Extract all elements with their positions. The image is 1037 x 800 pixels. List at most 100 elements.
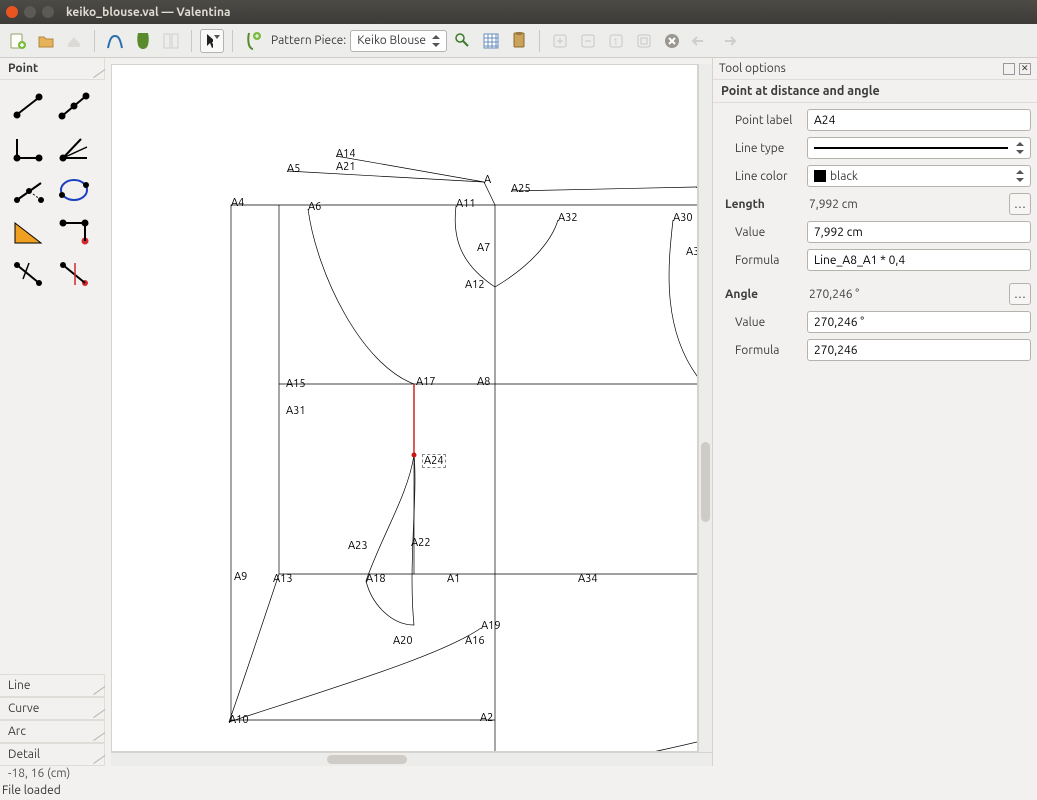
tool-endline[interactable]	[8, 88, 48, 124]
point-label-A7[interactable]: A7	[477, 242, 490, 254]
tab-point-label: Point	[8, 62, 38, 75]
tool-shoulder[interactable]	[8, 172, 48, 208]
tool-options-panel: Tool options ✕ Point at distance and ang…	[712, 58, 1037, 766]
open-file-button[interactable]	[34, 29, 58, 53]
angle-formula-expand-button[interactable]: …	[1009, 283, 1031, 305]
point-label-label: Point label	[719, 114, 801, 127]
length-formula-label: Formula	[719, 254, 801, 267]
tool-title: Point at distance and angle	[713, 80, 1037, 103]
zoom-in-button[interactable]	[548, 29, 572, 53]
point-label-A24[interactable]: A24	[422, 454, 446, 468]
tab-curve-label: Curve	[8, 702, 39, 715]
point-label-A14[interactable]: A14	[336, 148, 356, 160]
point-label-A21[interactable]: A21	[336, 161, 356, 173]
undo-button[interactable]	[688, 29, 712, 53]
new-pattern-piece-button[interactable]	[241, 29, 265, 53]
window-minimize-button[interactable]	[24, 6, 36, 18]
point-label-A9[interactable]: A9	[234, 571, 247, 583]
point-label-A8[interactable]: A8	[477, 376, 490, 388]
length-static: 7,992 cm	[807, 198, 1003, 211]
point-label-input[interactable]	[807, 109, 1031, 131]
pattern-piece-select[interactable]: Keiko Blouse	[350, 30, 447, 52]
tool-height[interactable]	[8, 256, 48, 292]
panel-float-icon[interactable]	[1003, 63, 1015, 75]
line-color-value: black	[830, 170, 858, 183]
point-label-A20[interactable]: A20	[393, 635, 413, 647]
angle-formula-label: Formula	[719, 344, 801, 357]
window-title: keiko_blouse.val — Valentina	[66, 6, 230, 19]
vertical-scrollbar[interactable]	[698, 64, 712, 752]
point-label-A5[interactable]: A5	[287, 163, 300, 175]
point-label-A13[interactable]: A13	[273, 573, 293, 585]
toolbar-separator	[191, 30, 192, 52]
point-label-A16[interactable]: A16	[465, 635, 485, 647]
point-label-A[interactable]: A	[484, 174, 491, 186]
table-button[interactable]	[479, 29, 503, 53]
stop-button[interactable]	[660, 29, 684, 53]
length-formula-input[interactable]	[807, 249, 1031, 271]
pattern-piece-label: Pattern Piece:	[271, 34, 346, 47]
tool-triangle[interactable]	[8, 214, 48, 250]
angle-heading: Angle	[719, 288, 801, 301]
length-formula-expand-button[interactable]: …	[1009, 193, 1031, 215]
point-label-A4[interactable]: A4	[231, 197, 244, 209]
point-label-A22[interactable]: A22	[411, 537, 431, 549]
angle-value-input[interactable]	[807, 311, 1031, 333]
svg-text:1: 1	[613, 37, 618, 47]
point-label-A25[interactable]: A25	[511, 183, 531, 195]
tool-point-intersection[interactable]	[54, 214, 94, 250]
status-message: File loaded	[0, 784, 1037, 800]
point-label-A11[interactable]: A11	[456, 198, 476, 210]
point-label-A31[interactable]: A31	[286, 405, 306, 417]
line-type-select[interactable]	[807, 137, 1031, 159]
length-value-input[interactable]	[807, 221, 1031, 243]
tab-arc[interactable]: Arc	[0, 720, 105, 743]
zoom-original-button[interactable]: 1	[604, 29, 628, 53]
point-label-A6[interactable]: A6	[308, 201, 321, 213]
tab-detail[interactable]: Detail	[0, 743, 105, 766]
pointer-tool-button[interactable]	[200, 29, 224, 53]
window-maximize-button[interactable]	[42, 6, 54, 18]
tab-curve[interactable]: Curve	[0, 697, 105, 720]
tab-point[interactable]: Point	[0, 58, 105, 80]
point-label-A30[interactable]: A30	[673, 212, 693, 224]
horizontal-scrollbar[interactable]	[111, 752, 712, 766]
detail-mode-button[interactable]	[131, 29, 155, 53]
layout-mode-button[interactable]	[159, 29, 183, 53]
history-button[interactable]	[507, 29, 531, 53]
new-file-button[interactable]	[6, 29, 30, 53]
point-label-A34[interactable]: A34	[578, 573, 598, 585]
save-file-button[interactable]	[62, 29, 86, 53]
tab-line-label: Line	[8, 679, 31, 692]
point-label-A15[interactable]: A15	[286, 378, 306, 390]
point-label-A2[interactable]: A2	[480, 712, 493, 724]
point-label-A35[interactable]: A35	[686, 246, 698, 258]
drawing-canvas[interactable]: AA1A2A3A4A5A6A7A8A9A10A11A12A13A14A15A16…	[111, 64, 698, 752]
point-label-A12[interactable]: A12	[465, 279, 485, 291]
point-label-A19[interactable]: A19	[481, 620, 501, 632]
point-label-A10[interactable]: A10	[229, 714, 249, 726]
point-label-A17[interactable]: A17	[416, 376, 436, 388]
tool-bisector[interactable]	[54, 130, 94, 166]
point-label-A1[interactable]: A1	[447, 573, 460, 585]
tool-line-intersect-axis[interactable]	[54, 256, 94, 292]
tool-point-of-contact[interactable]	[54, 172, 94, 208]
zoom-out-button[interactable]	[576, 29, 600, 53]
toolbar-separator	[232, 30, 233, 52]
config-pattern-button[interactable]	[451, 29, 475, 53]
tool-normal[interactable]	[8, 130, 48, 166]
point-label-A18[interactable]: A18	[366, 573, 386, 585]
redo-button[interactable]	[716, 29, 740, 53]
point-label-A32[interactable]: A32	[558, 212, 578, 224]
panel-close-icon[interactable]: ✕	[1019, 63, 1031, 75]
line-color-select[interactable]: black	[807, 165, 1031, 187]
toolbar-separator	[94, 30, 95, 52]
tab-line[interactable]: Line	[0, 674, 105, 697]
zoom-fit-button[interactable]	[632, 29, 656, 53]
angle-formula-input[interactable]	[807, 339, 1031, 361]
tool-along-line[interactable]	[54, 88, 94, 124]
window-close-button[interactable]	[6, 6, 18, 18]
tab-detail-label: Detail	[8, 748, 40, 761]
draw-mode-button[interactable]	[103, 29, 127, 53]
point-label-A23[interactable]: A23	[348, 540, 368, 552]
